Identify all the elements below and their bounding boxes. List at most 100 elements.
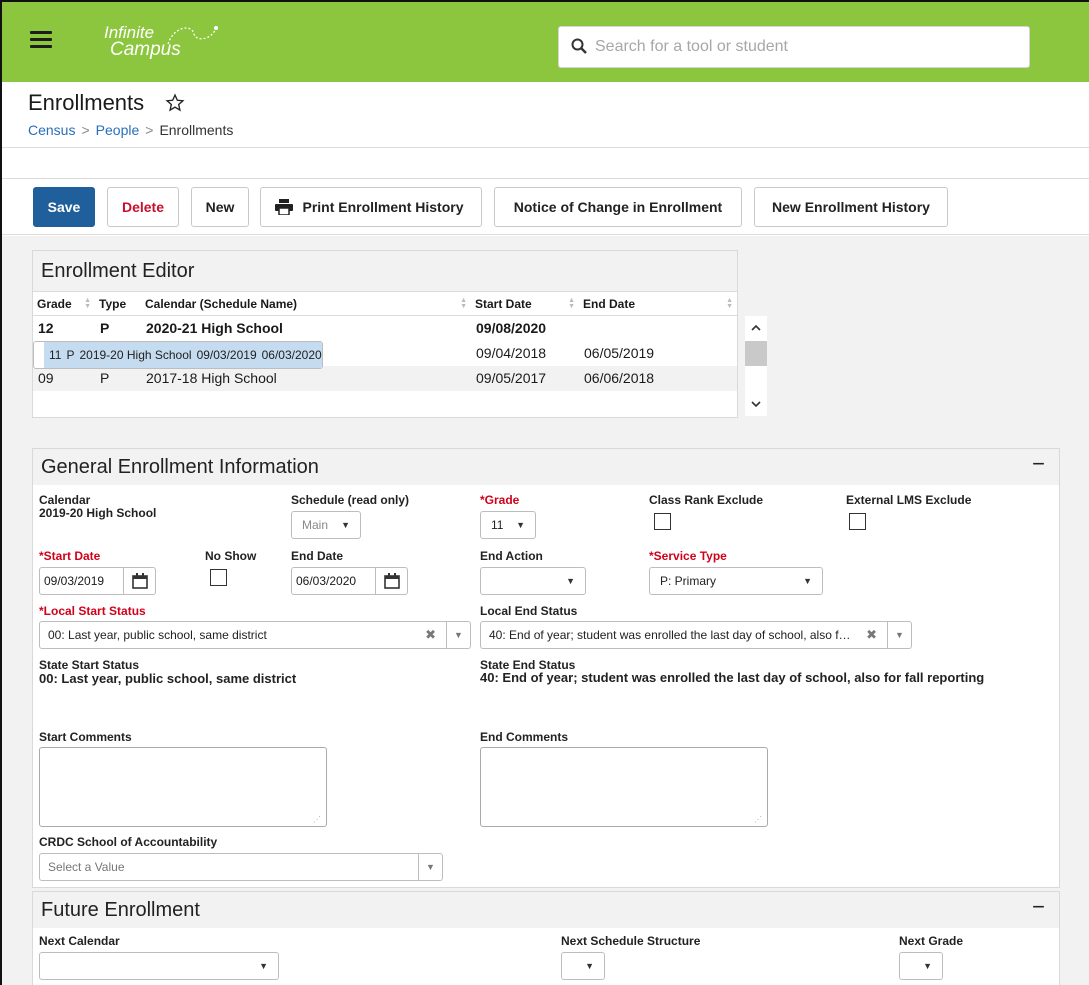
col-end-date[interactable]: End Date ▲ ▼: [579, 291, 737, 316]
collapse-future-button[interactable]: −: [1032, 894, 1045, 920]
enrollment-table: Grade ▲ ▼ Type Calendar (Schedule Name) ▲ ▼ …: [33, 291, 737, 391]
no-show-label: No Show: [205, 549, 257, 563]
service-type-select[interactable]: P: Primary ▼: [649, 567, 823, 595]
state-start-status-label: State Start Status: [39, 658, 140, 672]
next-schedule-label: Next Schedule Structure: [561, 934, 701, 948]
start-date-field[interactable]: 09/03/2019: [39, 567, 156, 595]
scrollbar-thumb[interactable]: [745, 341, 767, 366]
local-start-status-label: *Local Start Status: [39, 604, 146, 618]
resize-grip-icon[interactable]: ⋰: [313, 815, 321, 824]
new-enrollment-history-button[interactable]: New Enrollment History: [754, 187, 948, 227]
lms-exclude-checkbox[interactable]: [849, 513, 866, 530]
calendar-icon[interactable]: [123, 568, 155, 594]
class-rank-checkbox[interactable]: [654, 513, 671, 530]
end-date-label: End Date: [291, 549, 344, 563]
scroll-up-icon[interactable]: [751, 324, 761, 332]
page-title: Enrollments: [28, 90, 145, 115]
cell-start: 09/03/2019: [191, 341, 257, 368]
next-grade-select[interactable]: ▼: [899, 952, 943, 980]
breadcrumb-separator: >: [145, 122, 154, 138]
grade-label: *Grade: [480, 493, 520, 507]
menu-icon[interactable]: [30, 31, 52, 49]
calendar-icon[interactable]: [375, 568, 407, 594]
search-box[interactable]: [558, 26, 1030, 68]
dropdown-icon[interactable]: ▼: [418, 854, 442, 880]
next-calendar-select[interactable]: ▼: [39, 952, 279, 980]
print-label: Print Enrollment History: [302, 199, 464, 215]
local-end-status-value: 40: End of year; student was enrolled th…: [489, 628, 853, 642]
crdc-select[interactable]: Select a Value ▼: [39, 853, 443, 881]
cell-calendar: 2019-20 High School: [74, 341, 192, 368]
cell-end: 06/06/2018: [579, 365, 737, 391]
state-start-status-value: 00: Last year, public school, same distr…: [39, 671, 297, 686]
col-type[interactable]: Type: [95, 291, 141, 316]
general-enrollment-title: General Enrollment Information: [33, 449, 1059, 485]
end-action-select[interactable]: ▼: [480, 567, 586, 595]
favorite-star-icon[interactable]: [165, 93, 185, 113]
end-comments-textarea[interactable]: [480, 747, 768, 827]
cell-end: 06/05/2019: [584, 345, 655, 361]
new-button[interactable]: New: [191, 187, 249, 227]
general-enrollment-panel: General Enrollment Information − Calenda…: [32, 448, 1060, 888]
local-end-status-combo[interactable]: 40: End of year; student was enrolled th…: [480, 621, 912, 649]
dropdown-icon[interactable]: ▼: [887, 622, 911, 648]
local-start-status-combo[interactable]: 00: Last year, public school, same distr…: [39, 621, 471, 649]
end-date-field[interactable]: 06/03/2020: [291, 567, 408, 595]
cell-grade: 11: [44, 341, 62, 368]
end-date-value: 06/03/2020: [296, 574, 357, 588]
cell-calendar: 2017-18 High School: [141, 365, 471, 391]
calendar-label: Calendar: [39, 493, 91, 507]
cell-start: 09/08/2020: [476, 320, 547, 337]
col-grade[interactable]: Grade ▲ ▼: [33, 291, 95, 316]
col-calendar[interactable]: Calendar (Schedule Name) ▲ ▼: [141, 291, 471, 316]
cell-type: P: [100, 320, 110, 337]
cell-grade: 09: [33, 365, 95, 391]
action-toolbar: Save Delete New Print Enrollment History…: [2, 179, 1089, 235]
table-row[interactable]: 09 P 2017-18 High School 09/05/2017 06/0…: [33, 365, 737, 391]
clear-icon[interactable]: ✖: [425, 622, 436, 648]
no-show-checkbox[interactable]: [210, 569, 227, 586]
resize-grip-icon[interactable]: ⋰: [754, 815, 762, 824]
cell-grade: 12: [38, 320, 54, 337]
top-bar: Infinite Campus: [2, 2, 1089, 82]
dropdown-icon[interactable]: ▼: [446, 622, 470, 648]
cell-end: 06/03/2020: [256, 341, 322, 368]
service-type-label: *Service Type: [649, 549, 727, 563]
table-row[interactable]: 12 P 2020-21 High School 09/08/2020: [33, 316, 737, 341]
content-area: Enrollment Editor Grade ▲ ▼ Type Calendar …: [2, 236, 1089, 985]
calendar-value: 2019-20 High School: [39, 506, 157, 520]
notice-of-change-button[interactable]: Notice of Change in Enrollment: [494, 187, 742, 227]
save-button[interactable]: Save: [33, 187, 95, 227]
state-end-status-value: 40: End of year; student was enrolled th…: [480, 670, 985, 685]
col-start-date[interactable]: Start Date ▲ ▼: [471, 291, 579, 316]
clear-icon[interactable]: ✖: [866, 622, 877, 648]
cell-type: P: [95, 365, 141, 391]
search-input[interactable]: [595, 33, 1015, 61]
cell-start: 09/05/2017: [471, 365, 579, 391]
start-date-label: *Start Date: [39, 549, 101, 563]
next-schedule-select[interactable]: ▼: [561, 952, 605, 980]
cell-calendar: 2020-21 High School: [146, 320, 283, 337]
delete-button[interactable]: Delete: [107, 187, 179, 227]
next-calendar-label: Next Calendar: [39, 934, 120, 948]
end-comments-label: End Comments: [480, 730, 569, 744]
schedule-label: Schedule (read only): [291, 493, 410, 507]
start-comments-textarea[interactable]: [39, 747, 327, 827]
collapse-general-button[interactable]: −: [1032, 451, 1045, 477]
cell-end: [579, 316, 737, 341]
table-row-selected[interactable]: 11 P 2019-20 High School 09/03/2019 06/0…: [33, 340, 323, 369]
grade-select[interactable]: 11 ▼: [480, 511, 536, 539]
print-enrollment-history-button[interactable]: Print Enrollment History: [260, 187, 482, 227]
class-rank-label: Class Rank Exclude: [649, 493, 764, 507]
scroll-down-icon[interactable]: [751, 400, 761, 408]
search-icon: [571, 38, 587, 54]
future-enrollment-panel: Future Enrollment − Next Calendar ▼ Next…: [32, 891, 1060, 985]
logo-swirl-icon: [167, 26, 218, 45]
enrollment-editor-panel: Enrollment Editor Grade ▲ ▼ Type Calendar …: [32, 250, 767, 418]
table-scrollbar[interactable]: [745, 316, 767, 416]
schedule-select: Main ▼: [291, 511, 361, 539]
breadcrumb-census[interactable]: Census: [28, 122, 75, 138]
breadcrumb-people[interactable]: People: [96, 122, 140, 138]
end-action-label: End Action: [480, 549, 543, 563]
app-logo[interactable]: Infinite Campus: [104, 24, 218, 59]
